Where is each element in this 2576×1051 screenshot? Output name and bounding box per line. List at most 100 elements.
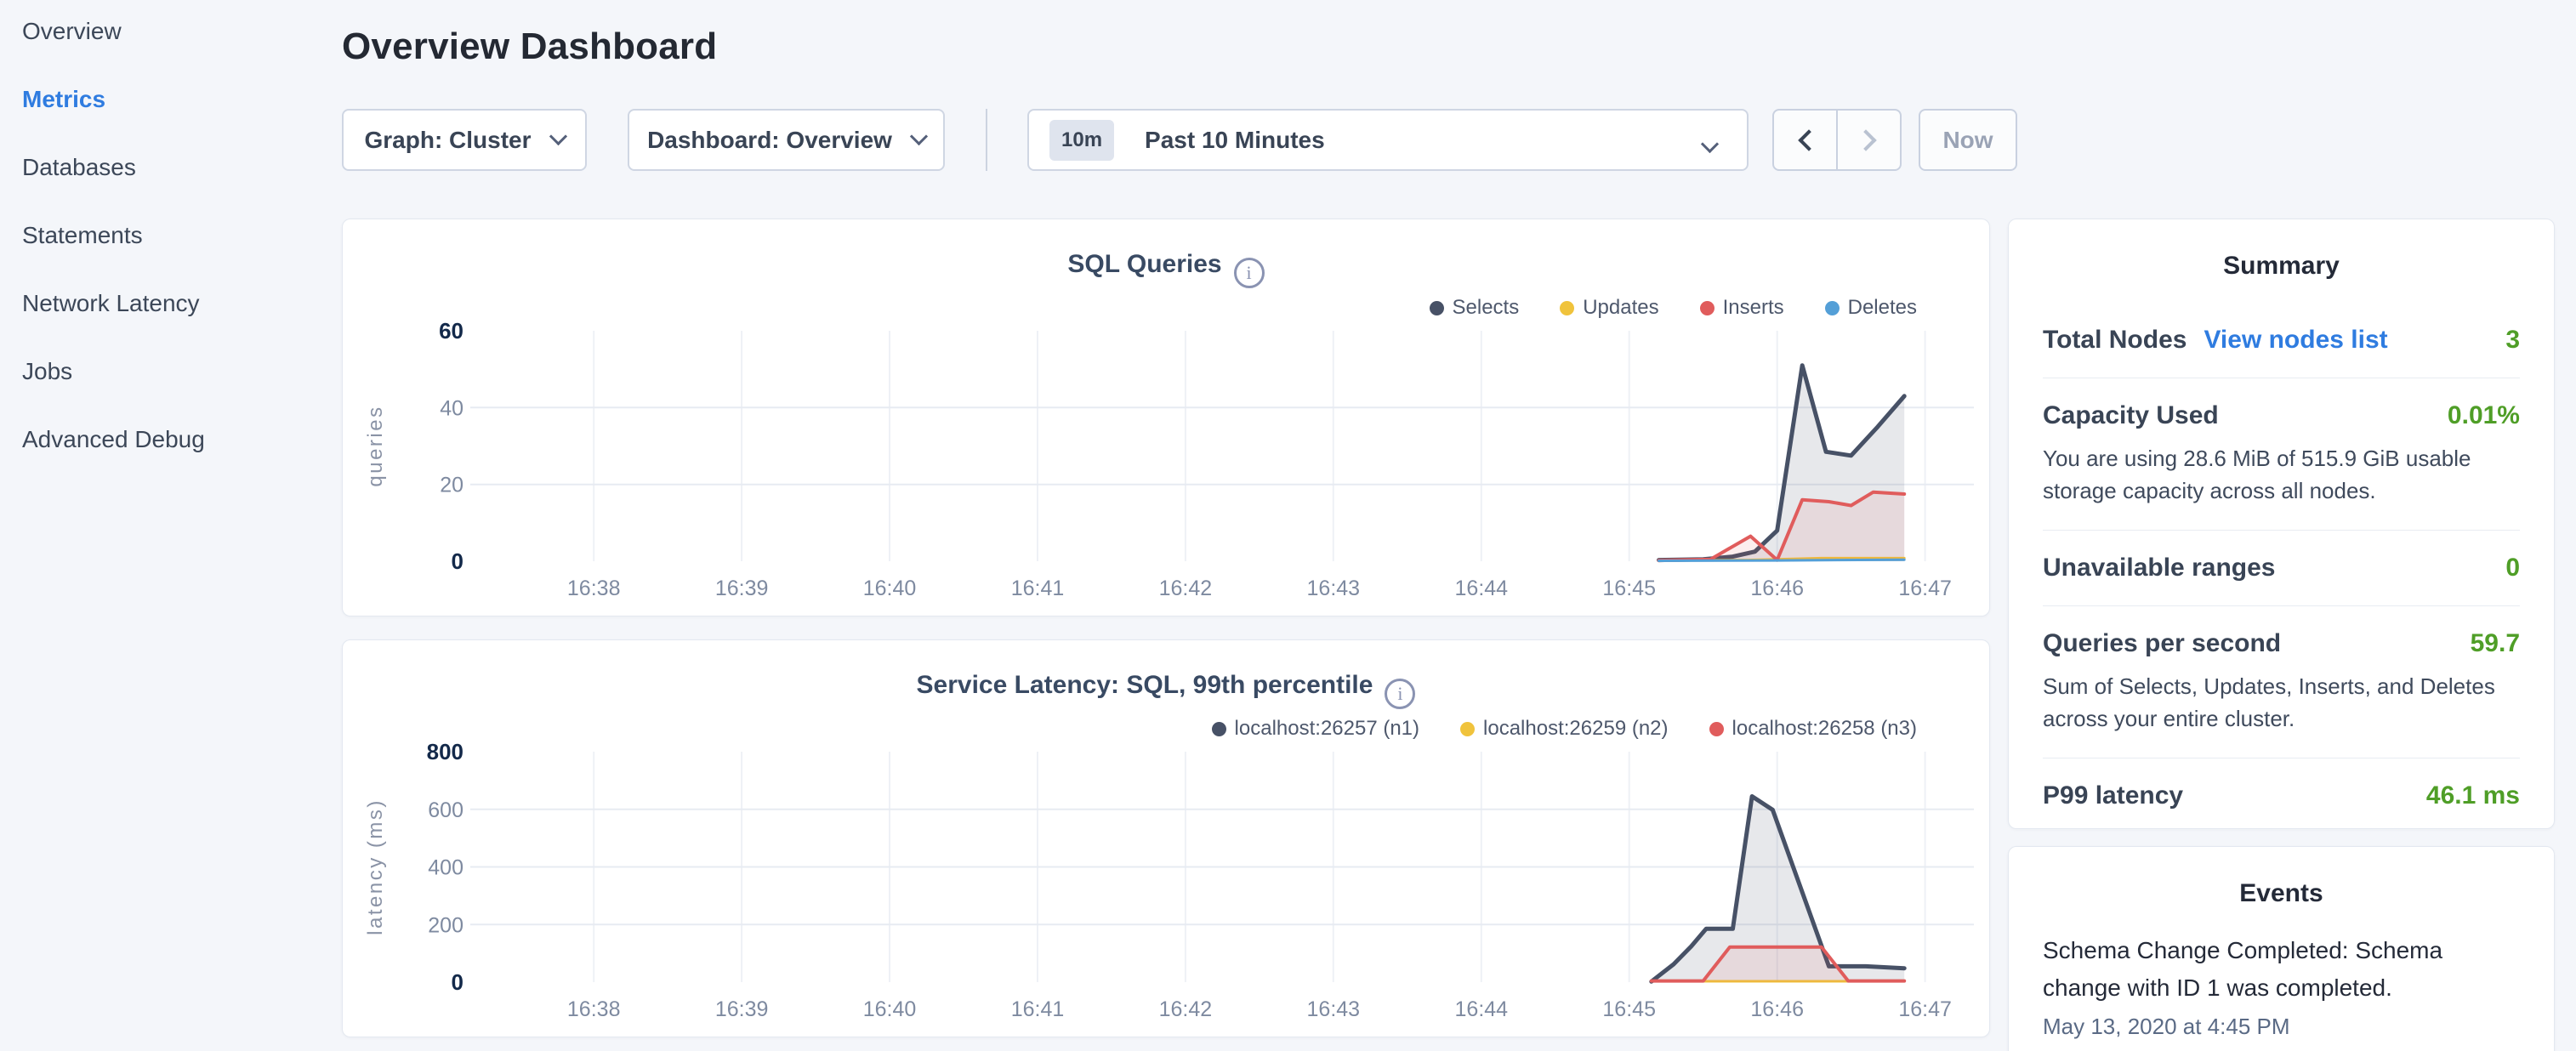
svg-text:400: 400: [428, 856, 463, 880]
svg-text:16:42: 16:42: [1159, 997, 1213, 1021]
svg-text:16:39: 16:39: [715, 997, 769, 1021]
svg-text:16:43: 16:43: [1307, 997, 1361, 1021]
svg-text:60: 60: [439, 320, 463, 344]
sidebar-item-metrics[interactable]: Metrics: [22, 88, 205, 111]
time-pager: [1772, 109, 1902, 171]
time-range-selector[interactable]: 10m Past 10 Minutes: [1027, 109, 1749, 171]
svg-text:0: 0: [452, 548, 463, 574]
sql-queries-chart: SQL Queries i Selects Updates Inserts Delete…: [343, 219, 1989, 616]
svg-text:16:38: 16:38: [567, 577, 621, 600]
summary-row-total-nodes: Total Nodes View nodes list 3: [2043, 303, 2520, 378]
controls-bar: Graph: Cluster Dashboard: Overview 10m P…: [342, 109, 2017, 171]
svg-text:16:47: 16:47: [1898, 577, 1952, 600]
svg-text:0: 0: [452, 969, 463, 995]
sidebar-item-overview[interactable]: Overview: [22, 20, 205, 43]
info-icon[interactable]: i: [1234, 258, 1265, 288]
chart-plot: 16:3816:3916:4016:4116:4216:4316:4416:45…: [343, 741, 1990, 1037]
summary-panel: Summary Total Nodes View nodes list 3 Ca…: [2008, 219, 2555, 829]
legend-dot-icon: [1212, 722, 1226, 736]
summary-value: 46.1 ms: [2426, 781, 2520, 810]
legend-item[interactable]: localhost:26258 (n3): [1709, 717, 1917, 741]
time-range-label: Past 10 Minutes: [1145, 127, 1325, 154]
chart-title-row: Service Latency: SQL, 99th percentile i: [343, 671, 1989, 709]
svg-text:queries: queries: [364, 405, 387, 486]
info-icon[interactable]: i: [1385, 679, 1415, 709]
legend-label: Selects: [1453, 296, 1520, 320]
svg-text:16:44: 16:44: [1455, 997, 1509, 1021]
svg-text:16:46: 16:46: [1750, 997, 1804, 1021]
legend-item[interactable]: localhost:26259 (n2): [1460, 717, 1668, 741]
summary-label: P99 latency: [2043, 781, 2183, 810]
sidebar-item-statements[interactable]: Statements: [22, 224, 205, 247]
svg-text:20: 20: [440, 474, 463, 497]
time-range-badge: 10m: [1049, 120, 1114, 161]
legend-dot-icon: [1700, 301, 1714, 315]
sidebar-item-network-latency[interactable]: Network Latency: [22, 292, 205, 315]
svg-text:16:43: 16:43: [1307, 577, 1361, 600]
chart-title-row: SQL Queries i: [343, 250, 1989, 288]
controls-divider: [986, 109, 987, 171]
summary-value: 59.7: [2471, 629, 2520, 658]
summary-title: Summary: [2009, 219, 2554, 281]
svg-text:16:46: 16:46: [1750, 577, 1804, 600]
svg-text:16:42: 16:42: [1159, 577, 1213, 600]
chevron-left-icon: [1798, 129, 1819, 151]
summary-row-queries-per-second: Queries per second 59.7 Sum of Selects, …: [2043, 605, 2520, 758]
summary-label: Total Nodes: [2043, 326, 2186, 355]
event-item[interactable]: Schema Change Completed: Schema change w…: [2009, 908, 2554, 1040]
legend-label: localhost:26259 (n2): [1483, 717, 1668, 741]
sidebar-item-databases[interactable]: Databases: [22, 156, 205, 179]
legend-label: Deletes: [1848, 296, 1917, 320]
legend-dot-icon: [1709, 722, 1724, 736]
svg-text:16:41: 16:41: [1011, 997, 1065, 1021]
summary-label: Queries per second: [2043, 629, 2281, 658]
chart-plot: 16:3816:3916:4016:4116:4216:4316:4416:45…: [343, 320, 1990, 616]
chart-title: Service Latency: SQL, 99th percentile: [917, 671, 1373, 699]
summary-value: 3: [2505, 326, 2520, 355]
chart-legend: localhost:26257 (n1) localhost:26259 (n2)…: [1212, 717, 1917, 741]
legend-item[interactable]: localhost:26257 (n1): [1212, 717, 1419, 741]
chevron-right-icon: [1855, 129, 1876, 151]
legend-dot-icon: [1460, 722, 1475, 736]
chevron-down-icon: [1701, 135, 1719, 153]
next-time-button[interactable]: [1838, 111, 1900, 169]
svg-text:16:45: 16:45: [1602, 997, 1656, 1021]
graph-dropdown[interactable]: Graph: Cluster: [342, 109, 587, 171]
summary-row-capacity-used: Capacity Used 0.01% You are using 28.6 M…: [2043, 378, 2520, 530]
legend-item[interactable]: Selects: [1430, 296, 1520, 320]
service-latency-panel: Service Latency: SQL, 99th percentile i l…: [342, 639, 1990, 1037]
summary-value: 0: [2505, 554, 2520, 582]
now-button[interactable]: Now: [1919, 109, 2017, 171]
svg-text:16:39: 16:39: [715, 577, 769, 600]
summary-row-unavailable-ranges: Unavailable ranges 0: [2043, 530, 2520, 605]
svg-text:800: 800: [427, 741, 463, 764]
summary-value: 0.01%: [2448, 401, 2520, 430]
page-title: Overview Dashboard: [342, 26, 717, 68]
summary-label: Capacity Used: [2043, 401, 2219, 430]
legend-label: Updates: [1583, 296, 1658, 320]
svg-text:16:38: 16:38: [567, 997, 621, 1021]
legend-item[interactable]: Inserts: [1700, 296, 1784, 320]
summary-row-p99-latency: P99 latency 46.1 ms: [2043, 758, 2520, 833]
dashboard-dropdown[interactable]: Dashboard: Overview: [628, 109, 945, 171]
sidebar-item-jobs[interactable]: Jobs: [22, 360, 205, 383]
chevron-down-icon: [910, 128, 928, 145]
legend-label: localhost:26258 (n3): [1732, 717, 1917, 741]
chart-title: SQL Queries: [1067, 250, 1221, 278]
legend-label: Inserts: [1723, 296, 1784, 320]
sql-queries-panel: SQL Queries i Selects Updates Inserts Delete…: [342, 219, 1990, 616]
summary-description: You are using 28.6 MiB of 515.9 GiB usab…: [2043, 442, 2520, 507]
svg-text:200: 200: [428, 913, 463, 937]
legend-dot-icon: [1560, 301, 1574, 315]
sidebar: Overview Metrics Databases Statements Ne…: [0, 0, 340, 1051]
legend-item[interactable]: Deletes: [1825, 296, 1917, 320]
event-text: Schema Change Completed: Schema change w…: [2043, 932, 2520, 1007]
sidebar-item-advanced-debug[interactable]: Advanced Debug: [22, 428, 205, 452]
legend-label: localhost:26257 (n1): [1235, 717, 1419, 741]
legend-item[interactable]: Updates: [1560, 296, 1658, 320]
prev-time-button[interactable]: [1774, 111, 1838, 169]
svg-text:latency (ms): latency (ms): [364, 798, 387, 935]
view-nodes-list-link[interactable]: View nodes list: [2204, 326, 2387, 355]
events-title: Events: [2009, 847, 2554, 908]
chart-legend: Selects Updates Inserts Deletes: [1430, 296, 1918, 320]
